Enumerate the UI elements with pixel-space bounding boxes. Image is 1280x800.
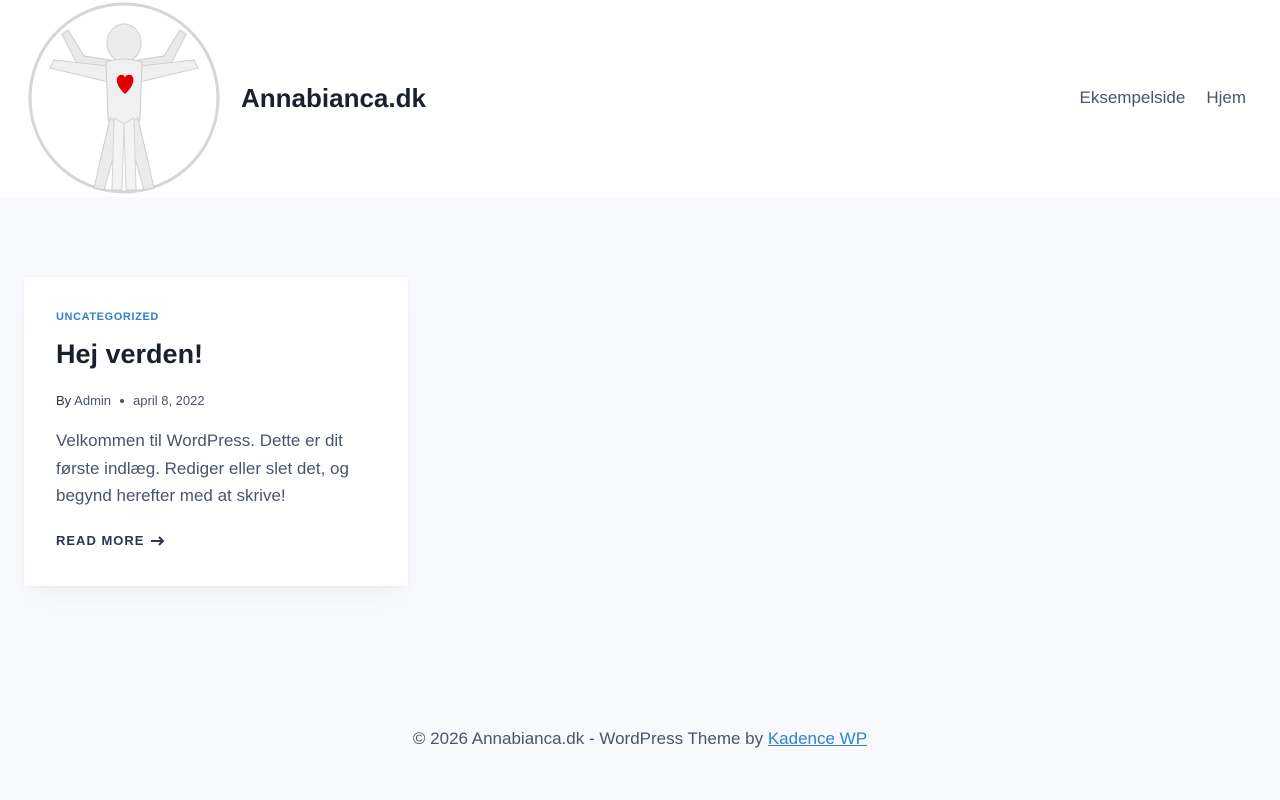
site-title[interactable]: Annabianca.dk (241, 83, 426, 113)
read-more-link[interactable]: READ MORE (56, 533, 165, 548)
person-with-heart-icon (28, 2, 220, 194)
nav-item-eksempelside[interactable]: Eksempelside (1080, 88, 1186, 108)
footer-theme-link[interactable]: Kadence WP (768, 729, 867, 748)
footer-copyright: © 2026 Annabianca.dk - WordPress Theme b… (412, 729, 768, 748)
byline-label: By (56, 393, 72, 408)
site-header: Annabianca.dk Eksempelside Hjem (0, 0, 1280, 197)
post-title[interactable]: Hej verden! (56, 337, 203, 371)
site-footer: © 2026 Annabianca.dk - WordPress Theme b… (0, 728, 1280, 750)
post-excerpt: Velkommen til WordPress. Dette er dit fø… (56, 431, 349, 505)
nav-item-hjem[interactable]: Hjem (1206, 88, 1246, 108)
post-category-link[interactable]: UNCATEGORIZED (56, 311, 159, 323)
primary-navigation: Eksempelside Hjem (1080, 88, 1247, 108)
author-link[interactable]: Admin (74, 393, 111, 408)
post-date: april 8, 2022 (133, 393, 205, 408)
site-logo[interactable] (24, 0, 224, 197)
arrow-right-icon (151, 535, 165, 546)
post-card: UNCATEGORIZED Hej verden! By Admin april… (24, 277, 408, 586)
read-more-label: READ MORE (56, 533, 145, 548)
post-meta: By Admin april 8, 2022 (56, 393, 205, 408)
meta-separator-dot (120, 398, 125, 403)
